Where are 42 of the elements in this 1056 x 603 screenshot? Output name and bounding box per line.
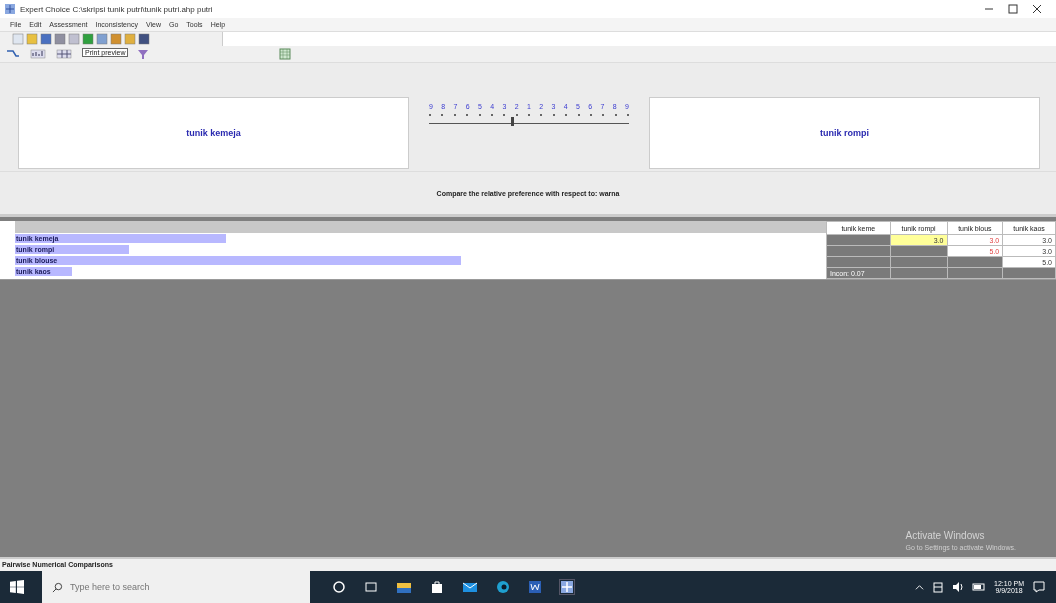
- speaker-icon[interactable]: [952, 581, 965, 593]
- network-icon[interactable]: [932, 581, 945, 593]
- app-icon[interactable]: [560, 580, 574, 594]
- maximize-icon[interactable]: [1008, 4, 1018, 14]
- toolbar-icon[interactable]: [54, 33, 66, 45]
- mail-icon[interactable]: [462, 580, 478, 594]
- chart-icon[interactable]: [30, 48, 46, 60]
- slider-thumb[interactable]: [511, 117, 514, 126]
- app-icon: [4, 3, 16, 15]
- blank-cell: [947, 267, 1003, 279]
- blank-cell: [826, 234, 891, 246]
- shopping-bag-icon[interactable]: [430, 580, 444, 594]
- left-option-box: tunik kemeja: [18, 97, 409, 169]
- blank-cell: [890, 267, 947, 279]
- window-title: Expert Choice C:\skripsi tunik putri\tunik putri.ahp putri: [20, 4, 213, 14]
- circle-icon[interactable]: [332, 580, 346, 594]
- toolbar-icon[interactable]: [138, 33, 150, 45]
- blank-cell: [826, 245, 891, 257]
- activation-title: Activate Windows: [905, 530, 986, 541]
- battery-icon[interactable]: [972, 582, 987, 592]
- blank-cell: [890, 256, 947, 268]
- grid-icon[interactable]: [56, 48, 72, 60]
- chevron-up-icon[interactable]: [915, 582, 925, 592]
- start-icon[interactable]: [10, 580, 24, 594]
- blank-cell: [826, 256, 891, 268]
- notification-icon[interactable]: [1032, 580, 1046, 594]
- browser-icon[interactable]: [496, 580, 510, 594]
- right-option-box: tunik rompi: [649, 97, 1040, 169]
- word-icon[interactable]: [528, 580, 542, 594]
- search-field[interactable]: Type here to search: [42, 571, 310, 603]
- filter-icon[interactable]: [137, 48, 149, 60]
- task-view-icon[interactable]: [364, 580, 378, 594]
- search-icon: [52, 582, 63, 593]
- tree-icon[interactable]: [6, 48, 20, 60]
- blank-cell: [890, 245, 947, 257]
- blank-cell: [947, 256, 1003, 268]
- folder-icon[interactable]: [396, 580, 412, 594]
- close-icon[interactable]: [1032, 4, 1042, 14]
- toolbar-icon[interactable]: [110, 33, 122, 45]
- toolbar-icon[interactable]: [96, 33, 108, 45]
- toolbar-icon[interactable]: [82, 33, 94, 45]
- toolbar-icon[interactable]: [40, 33, 52, 45]
